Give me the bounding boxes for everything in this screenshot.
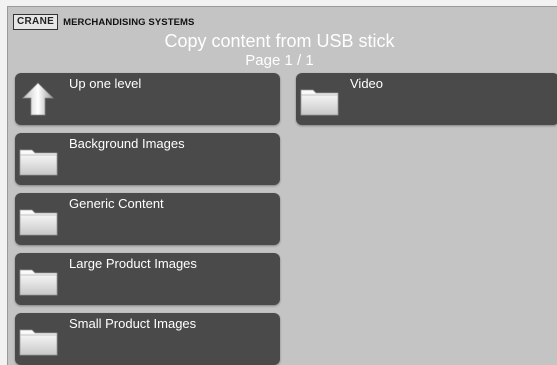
page-title: Copy content from USB stick [164, 31, 395, 51]
brand-header: CRANE MERCHANDISING SYSTEMS [13, 14, 195, 30]
tile-label: Generic Content [69, 196, 164, 211]
folder-icon [19, 209, 58, 236]
brand-name: MERCHANDISING SYSTEMS [63, 16, 195, 28]
screen: CRANE MERCHANDISING SYSTEMS Copy content… [7, 6, 557, 365]
folder-video[interactable]: Video [296, 73, 557, 125]
folder-icon [300, 89, 339, 116]
page-indicator: Page 1 / 1 [245, 52, 314, 69]
tile-label: Small Product Images [69, 316, 197, 331]
folder-icon [19, 269, 58, 296]
up-one-level-button[interactable]: Up one level [15, 73, 280, 125]
folder-icon [19, 149, 58, 176]
folder-large-product-images[interactable]: Large Product Images [15, 253, 280, 305]
tile-label: Large Product Images [69, 256, 197, 271]
tile-label: Up one level [69, 76, 142, 91]
up-arrow-icon [22, 82, 54, 116]
folder-icon [19, 329, 58, 356]
folder-small-product-images[interactable]: Small Product Images [15, 313, 280, 365]
folder-generic-content[interactable]: Generic Content [15, 193, 280, 245]
folder-background-images[interactable]: Background Images [15, 133, 280, 185]
tile-label: Background Images [69, 136, 185, 151]
tile-label: Video [350, 76, 384, 91]
crane-logo: CRANE [13, 14, 59, 30]
